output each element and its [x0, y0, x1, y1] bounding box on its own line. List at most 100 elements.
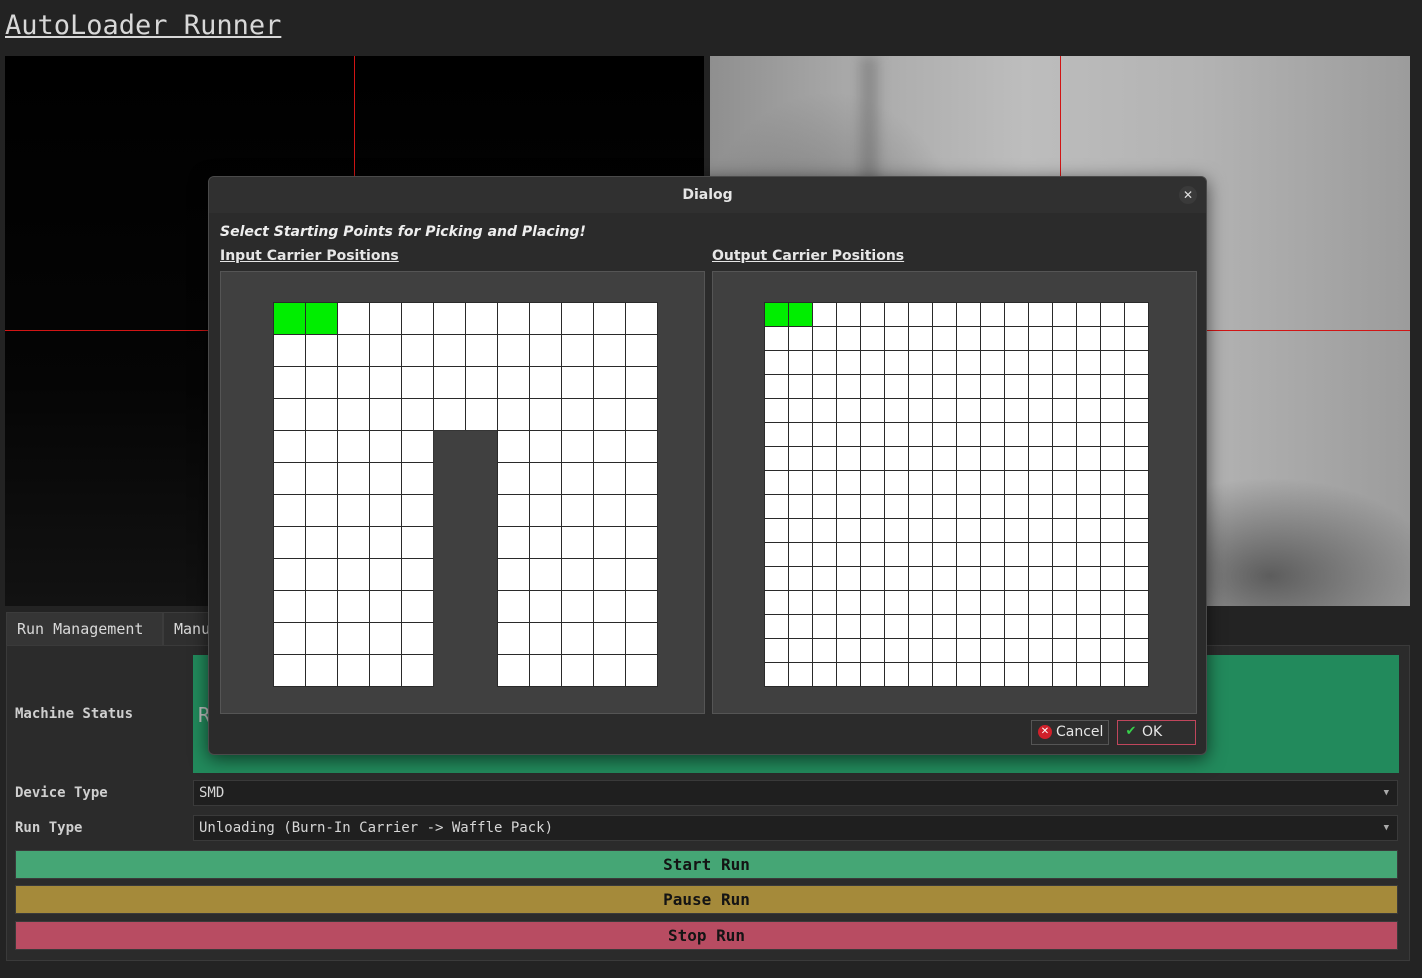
output-carrier-cell[interactable] — [836, 446, 861, 471]
output-carrier-cell[interactable] — [860, 302, 885, 327]
output-carrier-cell[interactable] — [812, 350, 837, 375]
output-carrier-cell[interactable] — [1124, 494, 1149, 519]
output-carrier-cell[interactable] — [1028, 302, 1053, 327]
output-carrier-cell[interactable] — [788, 422, 813, 447]
input-carrier-cell[interactable] — [273, 334, 306, 367]
output-carrier-cell[interactable] — [860, 422, 885, 447]
output-carrier-cell[interactable] — [1052, 638, 1077, 663]
output-carrier-cell[interactable] — [836, 422, 861, 447]
output-carrier-cell[interactable] — [1100, 398, 1125, 423]
input-carrier-cell[interactable] — [337, 430, 370, 463]
output-carrier-cell[interactable] — [764, 638, 789, 663]
input-carrier-cell[interactable] — [401, 302, 434, 335]
input-carrier-cell[interactable] — [401, 430, 434, 463]
output-carrier-cell[interactable] — [1004, 374, 1029, 399]
output-carrier-cell[interactable] — [1052, 398, 1077, 423]
output-carrier-cell[interactable] — [788, 638, 813, 663]
input-carrier-cell[interactable] — [465, 366, 498, 399]
output-carrier-cell[interactable] — [1124, 614, 1149, 639]
input-carrier-cell[interactable] — [529, 526, 562, 559]
output-carrier-cell[interactable] — [884, 542, 909, 567]
output-carrier-cell[interactable] — [1100, 470, 1125, 495]
input-carrier-cell[interactable] — [625, 654, 658, 687]
output-carrier-cell[interactable] — [908, 446, 933, 471]
output-carrier-cell[interactable] — [932, 518, 957, 543]
output-carrier-cell[interactable] — [812, 446, 837, 471]
output-carrier-cell[interactable] — [932, 662, 957, 687]
output-carrier-cell[interactable] — [764, 518, 789, 543]
output-carrier-cell[interactable] — [812, 566, 837, 591]
output-carrier-cell[interactable] — [884, 518, 909, 543]
output-carrier-cell[interactable] — [860, 614, 885, 639]
output-carrier-cell[interactable] — [788, 494, 813, 519]
output-carrier-cell[interactable] — [908, 326, 933, 351]
output-carrier-cell[interactable] — [1076, 518, 1101, 543]
input-carrier-cell[interactable] — [593, 558, 626, 591]
output-carrier-cell[interactable] — [1076, 326, 1101, 351]
output-carrier-cell[interactable] — [1076, 350, 1101, 375]
input-carrier-cell[interactable] — [465, 302, 498, 335]
input-carrier-cell[interactable] — [337, 398, 370, 431]
output-carrier-cell[interactable] — [908, 590, 933, 615]
output-carrier-cell[interactable] — [836, 518, 861, 543]
output-carrier-cell[interactable] — [1124, 638, 1149, 663]
output-carrier-cell[interactable] — [932, 566, 957, 591]
ok-button[interactable]: ✔ OK — [1117, 720, 1196, 745]
input-carrier-cell[interactable] — [369, 622, 402, 655]
input-carrier-cell[interactable] — [337, 654, 370, 687]
output-carrier-cell[interactable] — [980, 422, 1005, 447]
input-carrier-cell[interactable] — [305, 302, 338, 335]
output-carrier-cell[interactable] — [932, 374, 957, 399]
output-carrier-cell[interactable] — [788, 302, 813, 327]
output-carrier-cell[interactable] — [788, 518, 813, 543]
input-carrier-cell[interactable] — [561, 430, 594, 463]
output-carrier-cell[interactable] — [1124, 350, 1149, 375]
output-carrier-cell[interactable] — [860, 518, 885, 543]
output-carrier-cell[interactable] — [884, 374, 909, 399]
output-carrier-cell[interactable] — [1124, 446, 1149, 471]
output-carrier-cell[interactable] — [1076, 446, 1101, 471]
input-carrier-cell[interactable] — [625, 558, 658, 591]
output-carrier-cell[interactable] — [836, 374, 861, 399]
output-carrier-cell[interactable] — [788, 590, 813, 615]
output-carrier-cell[interactable] — [812, 662, 837, 687]
output-carrier-cell[interactable] — [1028, 470, 1053, 495]
output-carrier-cell[interactable] — [956, 566, 981, 591]
output-carrier-cell[interactable] — [980, 590, 1005, 615]
output-carrier-cell[interactable] — [980, 470, 1005, 495]
output-carrier-cell[interactable] — [860, 374, 885, 399]
input-carrier-cell[interactable] — [273, 558, 306, 591]
input-carrier-cell[interactable] — [273, 366, 306, 399]
input-carrier-cell[interactable] — [529, 558, 562, 591]
output-carrier-cell[interactable] — [956, 494, 981, 519]
output-carrier-cell[interactable] — [1004, 518, 1029, 543]
output-carrier-cell[interactable] — [1028, 518, 1053, 543]
input-carrier-cell[interactable] — [337, 334, 370, 367]
output-carrier-cell[interactable] — [932, 614, 957, 639]
output-carrier-cell[interactable] — [884, 302, 909, 327]
output-carrier-cell[interactable] — [884, 614, 909, 639]
output-carrier-cell[interactable] — [1004, 662, 1029, 687]
output-carrier-cell[interactable] — [1100, 614, 1125, 639]
output-carrier-cell[interactable] — [956, 374, 981, 399]
input-carrier-cell[interactable] — [625, 622, 658, 655]
input-carrier-cell[interactable] — [593, 654, 626, 687]
output-carrier-cell[interactable] — [1100, 446, 1125, 471]
input-carrier-cell[interactable] — [305, 654, 338, 687]
input-carrier-cell[interactable] — [561, 526, 594, 559]
output-carrier-cell[interactable] — [1052, 470, 1077, 495]
output-carrier-cell[interactable] — [764, 470, 789, 495]
output-carrier-cell[interactable] — [788, 470, 813, 495]
output-carrier-cell[interactable] — [812, 302, 837, 327]
input-carrier-cell[interactable] — [401, 622, 434, 655]
input-carrier-cell[interactable] — [529, 366, 562, 399]
input-carrier-cell[interactable] — [497, 654, 530, 687]
output-carrier-cell[interactable] — [1028, 326, 1053, 351]
input-carrier-cell[interactable] — [625, 430, 658, 463]
input-carrier-cell[interactable] — [497, 398, 530, 431]
output-carrier-cell[interactable] — [1028, 494, 1053, 519]
output-carrier-cell[interactable] — [1028, 662, 1053, 687]
output-carrier-cell[interactable] — [812, 542, 837, 567]
input-carrier-cell[interactable] — [305, 398, 338, 431]
input-carrier-cell[interactable] — [273, 462, 306, 495]
